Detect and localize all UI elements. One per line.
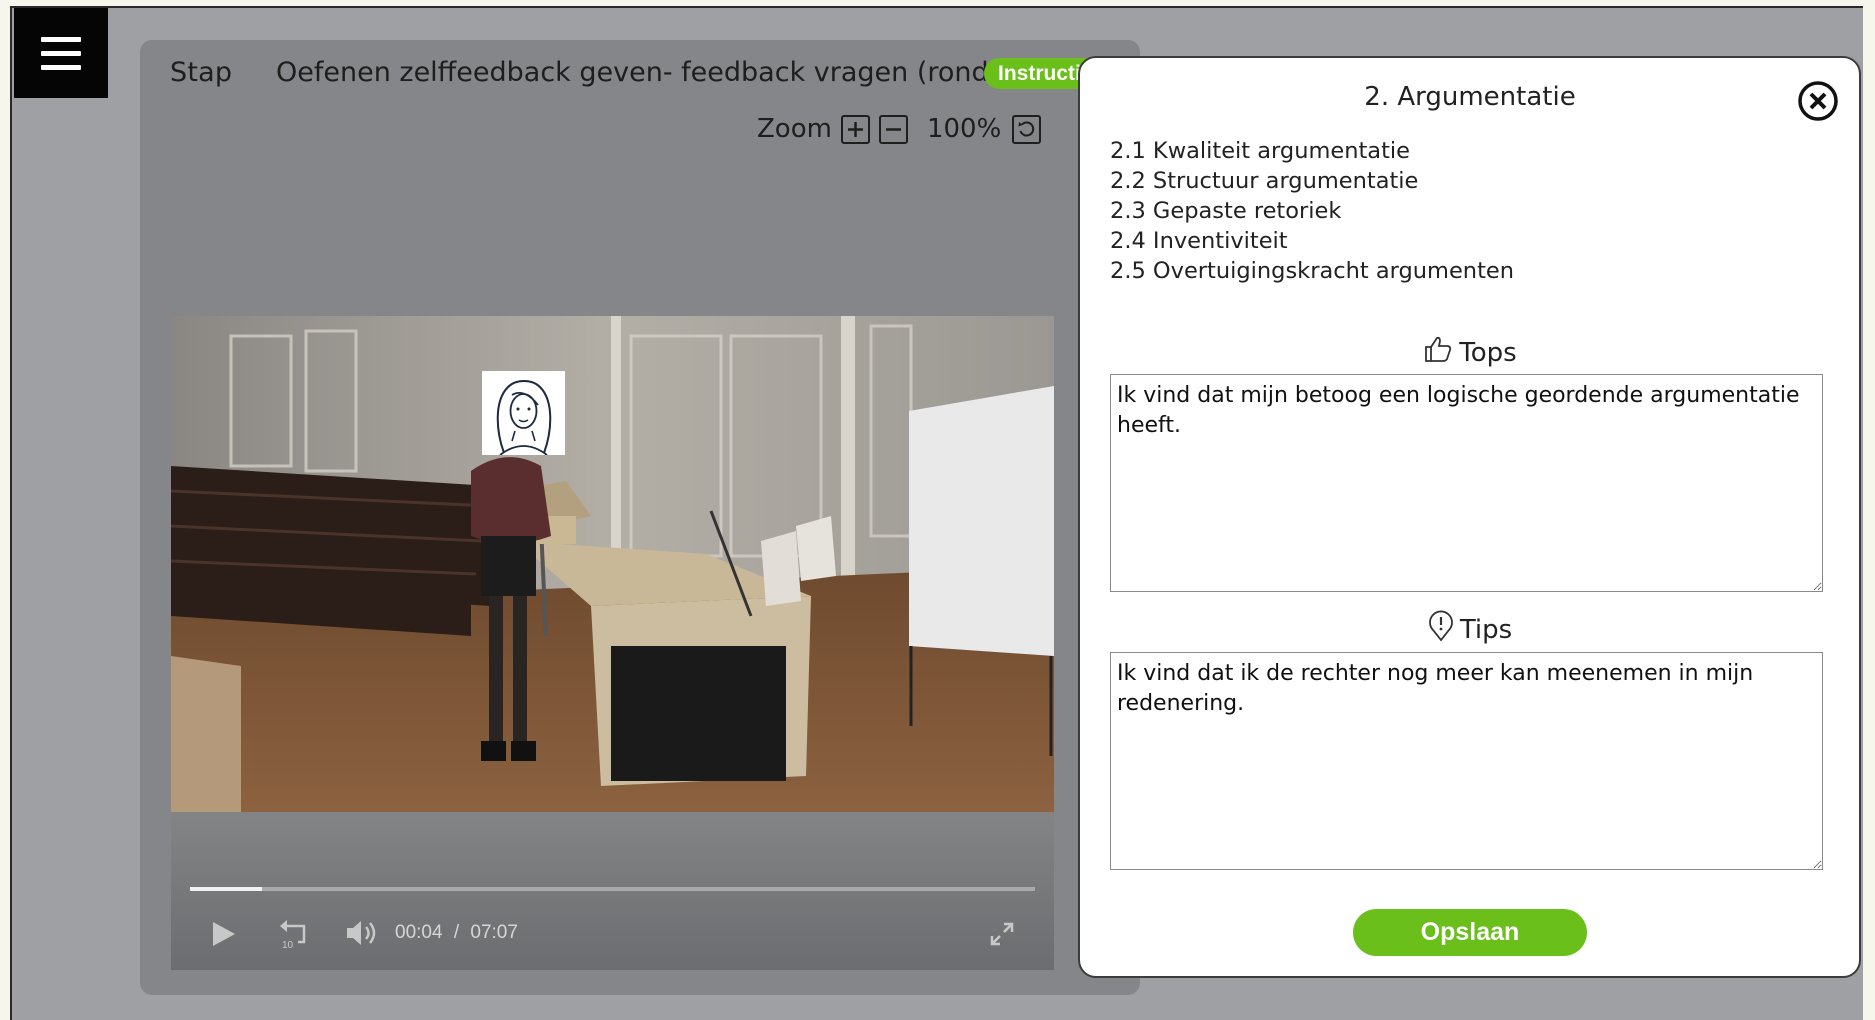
zoom-level: 100% bbox=[926, 114, 1002, 144]
progress-bar[interactable] bbox=[190, 887, 1035, 891]
progress-fill bbox=[190, 887, 262, 891]
tip-icon bbox=[1428, 610, 1454, 649]
menu-icon-bar bbox=[41, 50, 81, 56]
criteria-list: 2.1 Kwaliteit argumentatie 2.2 Structuur… bbox=[1110, 136, 1514, 286]
video-still bbox=[171, 316, 1054, 812]
svg-text:10: 10 bbox=[282, 940, 294, 950]
time-display: 00:04 / 07:07 bbox=[395, 922, 518, 944]
menu-icon-bar bbox=[41, 36, 81, 42]
step-label: Stap bbox=[170, 57, 233, 88]
tips-input[interactable]: Ik vind dat ik de rechter nog meer kan m… bbox=[1110, 652, 1823, 870]
fullscreen-icon[interactable] bbox=[988, 920, 1016, 953]
video-controls: 10 00:04 / 07:07 bbox=[171, 812, 1054, 970]
current-time: 00:04 bbox=[395, 922, 443, 943]
play-icon[interactable] bbox=[211, 920, 237, 953]
panel-title: 2. Argumentatie bbox=[1364, 82, 1576, 112]
feedback-panel: 2. Argumentatie 2.1 Kwaliteit argumentat… bbox=[1078, 56, 1861, 978]
thumbs-up-icon bbox=[1423, 334, 1453, 371]
tops-label: Tops bbox=[1459, 337, 1517, 368]
duration: 07:07 bbox=[470, 922, 518, 943]
tips-label: Tips bbox=[1459, 614, 1513, 645]
save-button[interactable]: Opslaan bbox=[1353, 909, 1587, 956]
criteria-item: 2.3 Gepaste retoriek bbox=[1110, 198, 1342, 224]
menu-icon-bar bbox=[41, 64, 81, 70]
volume-icon[interactable] bbox=[345, 918, 379, 953]
video-player[interactable]: 10 00:04 / 07:07 bbox=[171, 316, 1054, 970]
rewind-10-icon[interactable]: 10 bbox=[278, 916, 310, 955]
avatar-icon bbox=[482, 371, 565, 456]
zoom-out-icon[interactable] bbox=[878, 114, 908, 144]
time-separator: / bbox=[453, 922, 460, 943]
zoom-controls: Zoom 100% bbox=[757, 112, 1042, 146]
menu-button[interactable] bbox=[14, 8, 108, 98]
tops-input[interactable]: Ik vind dat mijn betoog een logische geo… bbox=[1110, 374, 1823, 592]
tips-heading: Tips bbox=[1080, 610, 1860, 649]
zoom-in-icon[interactable] bbox=[840, 114, 870, 144]
zoom-label: Zoom bbox=[757, 114, 832, 144]
criteria-item: 2.2 Structuur argumentatie bbox=[1110, 168, 1419, 194]
criteria-item: 2.5 Overtuigingskracht argumenten bbox=[1110, 258, 1514, 284]
zoom-reset-icon[interactable] bbox=[1012, 114, 1042, 144]
close-icon[interactable] bbox=[1797, 80, 1839, 122]
video-frame[interactable] bbox=[171, 316, 1054, 812]
tops-heading: Tops bbox=[1080, 334, 1860, 371]
criteria-item: 2.4 Inventiviteit bbox=[1110, 228, 1288, 254]
step-title: Oefenen zelffeedback geven- feedback vra… bbox=[276, 57, 1042, 88]
criteria-item: 2.1 Kwaliteit argumentatie bbox=[1110, 138, 1411, 164]
